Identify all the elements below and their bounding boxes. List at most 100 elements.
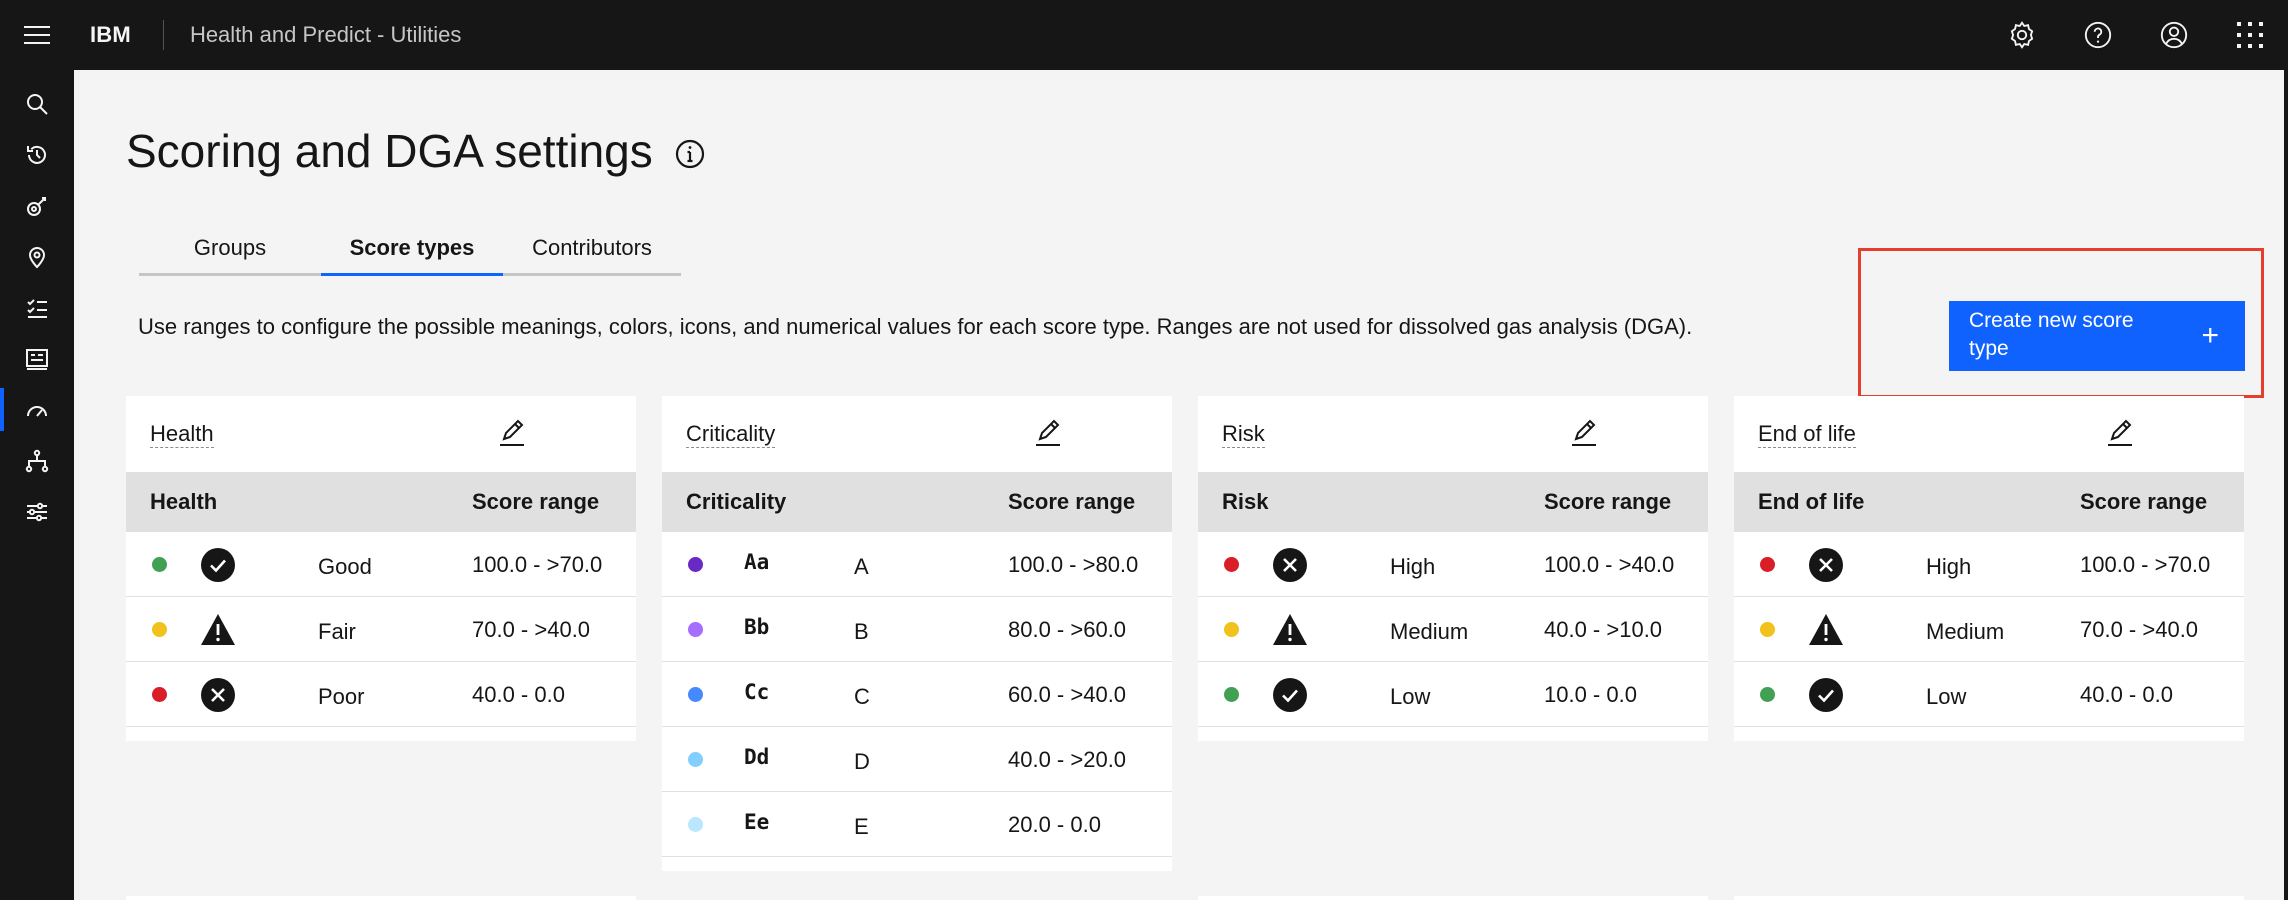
dashboard-icon[interactable] <box>0 333 74 384</box>
edit-icon[interactable] <box>2104 417 2136 449</box>
status-dot <box>152 557 167 572</box>
next-card-edge <box>1198 896 1708 900</box>
table-row: Medium 70.0 - >40.0 <box>1734 597 2244 662</box>
criticality-symbol: Ee <box>744 810 770 834</box>
table-row: Poor 40.0 - 0.0 <box>126 662 636 727</box>
edit-icon[interactable] <box>496 417 528 449</box>
score-range: 10.0 - 0.0 <box>1544 682 1637 707</box>
settings-adjust-icon[interactable] <box>0 486 74 537</box>
page-title: Scoring and DGA settings <box>126 125 653 177</box>
table-row: Good 100.0 - >70.0 <box>126 532 636 597</box>
score-range: 40.0 - >10.0 <box>1544 617 1663 642</box>
app-switcher-icon[interactable] <box>2212 0 2288 70</box>
card-title[interactable]: Health <box>150 421 214 448</box>
page-description: Use ranges to configure the possible mea… <box>138 314 1693 339</box>
range-meaning: Medium <box>1926 619 2005 644</box>
column-header-type: End of life <box>1758 489 1865 514</box>
warning-icon <box>200 612 236 648</box>
create-new-score-type-button[interactable]: Create new score type + <box>1949 301 2245 371</box>
range-meaning: Poor <box>318 684 365 709</box>
table-row: Fair 70.0 - >40.0 <box>126 597 636 662</box>
error-icon <box>1272 547 1308 583</box>
status-dot <box>688 687 703 702</box>
column-header-score-range: Score range <box>1544 489 1672 514</box>
side-navigation <box>0 70 74 900</box>
hierarchy-icon[interactable] <box>0 435 74 486</box>
score-range: 100.0 - >80.0 <box>1008 552 1139 577</box>
tab-groups[interactable]: Groups <box>139 222 321 276</box>
status-dot <box>688 817 703 832</box>
criticality-symbol: Aa <box>744 550 770 574</box>
status-dot <box>152 687 167 702</box>
scrollbar[interactable] <box>2284 70 2288 900</box>
score-type-card-risk: Risk Risk Score range High 100.0 - >40.0… <box>1198 396 1708 741</box>
score-range: 60.0 - >40.0 <box>1008 682 1127 707</box>
add-icon: + <box>2201 319 2219 352</box>
warning-icon <box>1272 612 1308 648</box>
table-row: Medium 40.0 - >10.0 <box>1198 597 1708 662</box>
create-button-label: Create new score type <box>1969 309 2134 360</box>
status-dot <box>152 622 167 637</box>
score-range: 80.0 - >60.0 <box>1008 617 1127 642</box>
score-range: 100.0 - >40.0 <box>1544 552 1675 577</box>
tab-list: Groups Score types Contributors <box>139 222 681 276</box>
edit-icon[interactable] <box>1032 417 1064 449</box>
recent-history-icon[interactable] <box>0 129 74 180</box>
range-meaning: Low <box>1926 684 1967 709</box>
settings-icon[interactable] <box>1984 0 2060 70</box>
range-meaning: A <box>854 554 869 579</box>
column-header-score-range: Score range <box>1008 489 1136 514</box>
meter-icon[interactable] <box>0 384 74 435</box>
location-icon[interactable] <box>0 231 74 282</box>
table-row: Dd D 40.0 - >20.0 <box>662 727 1172 792</box>
status-dot <box>1224 687 1239 702</box>
range-meaning: Good <box>318 554 372 579</box>
search-icon[interactable] <box>0 78 74 129</box>
table-row: Aa A 100.0 - >80.0 <box>662 532 1172 597</box>
information-icon[interactable] <box>674 138 706 170</box>
satellite-icon[interactable] <box>0 180 74 231</box>
error-icon <box>200 677 236 713</box>
range-meaning: E <box>854 814 869 839</box>
column-header-score-range: Score range <box>472 489 600 514</box>
table-header: Criticality Score range <box>662 472 1172 532</box>
tab-contributors[interactable]: Contributors <box>503 222 681 276</box>
score-range: 40.0 - 0.0 <box>2080 682 2173 707</box>
score-range: 40.0 - >20.0 <box>1008 747 1127 772</box>
range-meaning: High <box>1390 554 1436 579</box>
status-dot <box>1760 622 1775 637</box>
range-meaning: C <box>854 684 870 709</box>
column-header-score-range: Score range <box>2080 489 2208 514</box>
checkmark-icon <box>1272 677 1308 713</box>
status-dot <box>1760 557 1775 572</box>
column-header-type: Health <box>150 489 218 514</box>
status-dot <box>1224 557 1239 572</box>
table-header: End of life Score range <box>1734 472 2244 532</box>
table-row: High 100.0 - >40.0 <box>1198 532 1708 597</box>
score-type-card-criticality: Criticality Criticality Score range Aa A… <box>662 396 1172 871</box>
card-title[interactable]: End of life <box>1758 421 1856 448</box>
error-icon <box>1808 547 1844 583</box>
score-range: 70.0 - >40.0 <box>472 617 591 642</box>
range-meaning: B <box>854 619 869 644</box>
card-title[interactable]: Criticality <box>686 421 776 448</box>
warning-icon <box>1808 612 1844 648</box>
user-avatar-icon[interactable] <box>2136 0 2212 70</box>
score-range: 20.0 - 0.0 <box>1008 812 1101 837</box>
column-header-type: Risk <box>1222 489 1269 514</box>
brand-name[interactable]: IBM <box>74 22 163 48</box>
card-title[interactable]: Risk <box>1222 421 1265 448</box>
table-row: Cc C 60.0 - >40.0 <box>662 662 1172 727</box>
status-dot <box>688 557 703 572</box>
checkmark-icon <box>1808 677 1844 713</box>
status-dot <box>688 752 703 767</box>
range-meaning: Low <box>1390 684 1431 709</box>
checklist-icon[interactable] <box>0 282 74 333</box>
menu-icon[interactable] <box>0 0 74 70</box>
tab-score-types[interactable]: Score types <box>321 222 503 276</box>
edit-icon[interactable] <box>1568 417 1600 449</box>
checkmark-icon <box>200 547 236 583</box>
next-card-edge <box>1734 896 2244 900</box>
help-icon[interactable] <box>2060 0 2136 70</box>
range-meaning: Fair <box>318 619 356 644</box>
